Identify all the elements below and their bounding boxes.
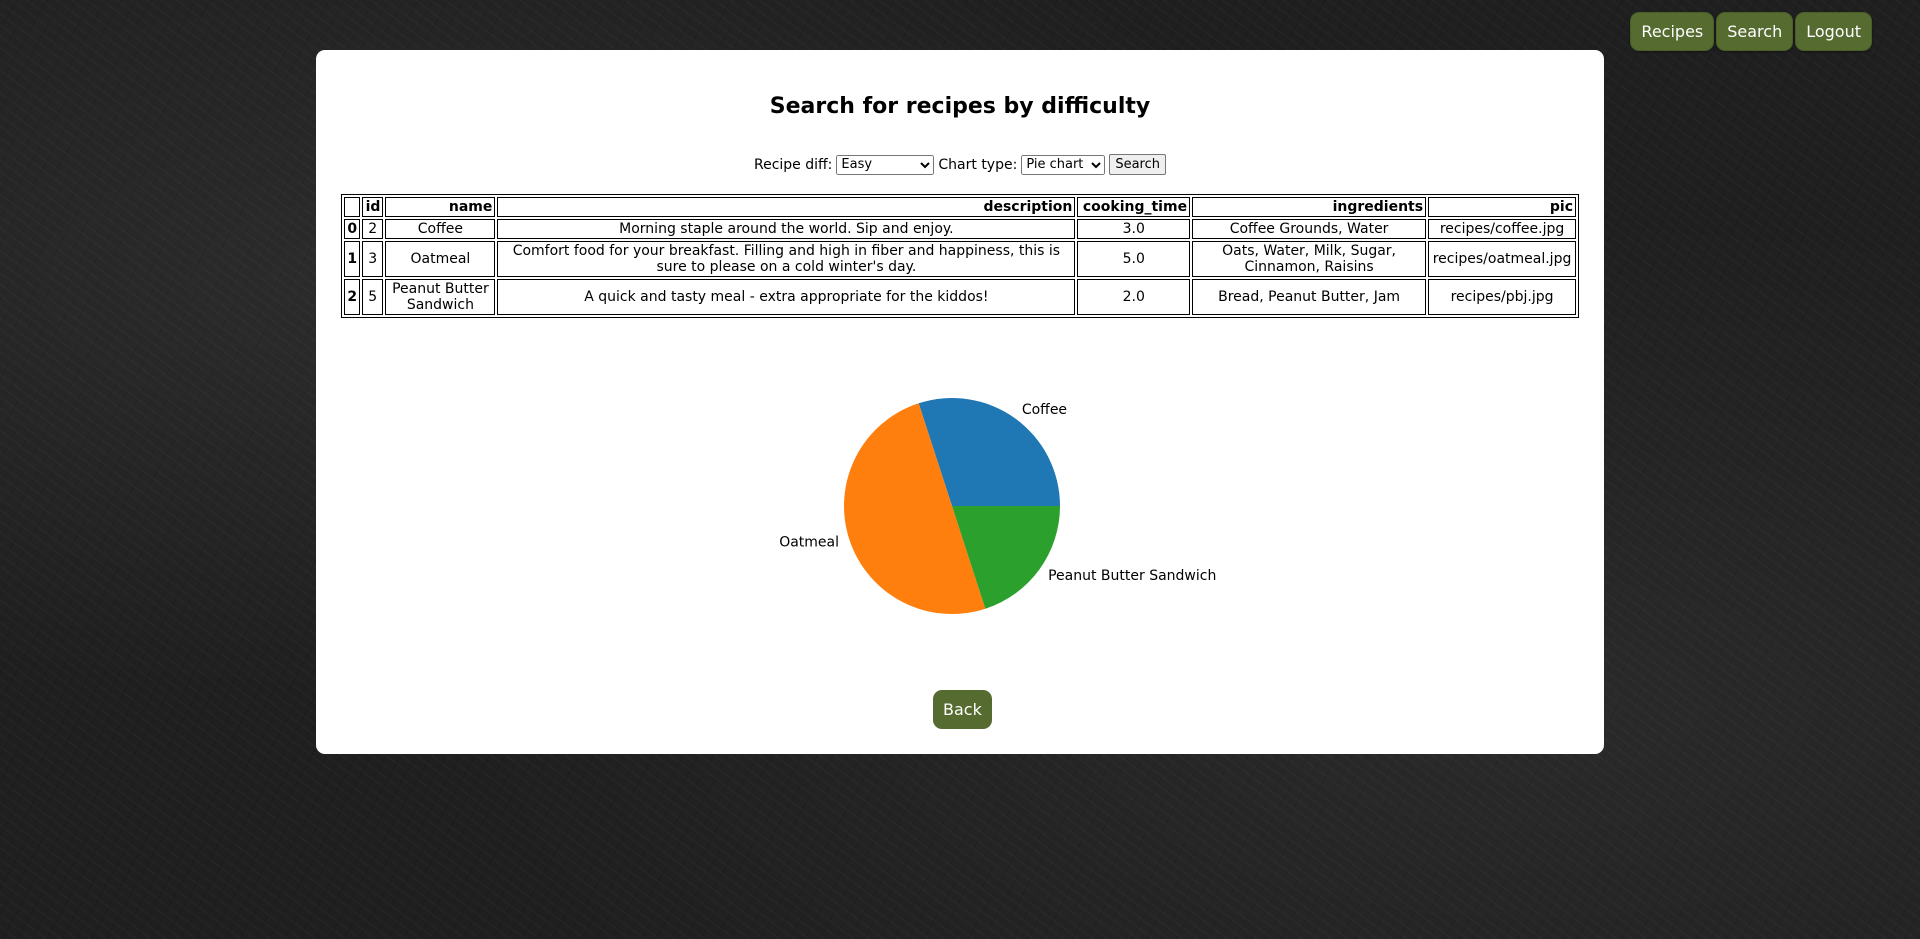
back-button[interactable]: Back	[933, 690, 992, 729]
header-index	[344, 197, 361, 217]
cell-cooking-time: 2.0	[1077, 279, 1191, 315]
pie-slice-label: Coffee	[1022, 402, 1067, 418]
pie-slice-label: Oatmeal	[779, 535, 839, 551]
cell-ingredients: Bread, Peanut Butter, Jam	[1192, 279, 1427, 315]
nav-logout-button[interactable]: Logout	[1795, 12, 1872, 51]
cell-id: 3	[362, 241, 384, 277]
pie-chart-container: Coffee Oatmeal Peanut Butter Sandwich	[316, 380, 1604, 680]
nav-search-button[interactable]: Search	[1716, 12, 1794, 51]
cell-pic: recipes/pbj.jpg	[1428, 279, 1576, 315]
search-form: Recipe diff: Easy Chart type: Pie chart …	[316, 154, 1604, 175]
recipe-diff-label: Recipe diff:	[754, 156, 833, 173]
cell-ingredients: Oats, Water, Milk, Sugar, Cinnamon, Rais…	[1192, 241, 1427, 277]
cell-description: Comfort food for your breakfast. Filling…	[497, 241, 1076, 277]
cell-cooking-time: 3.0	[1077, 219, 1191, 239]
chart-type-label: Chart type:	[938, 156, 1018, 173]
table-row: 0 2 Coffee Morning staple around the wor…	[344, 219, 1576, 239]
cell-ingredients: Coffee Grounds, Water	[1192, 219, 1427, 239]
recipe-diff-select[interactable]: Easy	[836, 154, 935, 175]
header-description: description	[497, 197, 1076, 217]
chart-type-select[interactable]: Pie chart	[1021, 154, 1106, 175]
row-index: 0	[344, 219, 361, 239]
search-button[interactable]: Search	[1109, 154, 1166, 175]
cell-id: 2	[362, 219, 384, 239]
header-name: name	[385, 197, 496, 217]
cell-name: Peanut Butter Sandwich	[385, 279, 496, 315]
header-cooking-time: cooking_time	[1077, 197, 1191, 217]
table-row: 2 5 Peanut Butter Sandwich A quick and t…	[344, 279, 1576, 315]
pie-chart: Coffee Oatmeal Peanut Butter Sandwich	[779, 397, 1216, 614]
row-index: 2	[344, 279, 361, 315]
cell-cooking-time: 5.0	[1077, 241, 1191, 277]
header-id: id	[362, 197, 384, 217]
table-header-row: id name description cooking_time ingredi…	[344, 197, 1576, 217]
cell-id: 5	[362, 279, 384, 315]
nav-recipes-button[interactable]: Recipes	[1630, 12, 1715, 51]
cell-name: Oatmeal	[385, 241, 496, 277]
header-ingredients: ingredients	[1192, 197, 1427, 217]
pie-slice-label: Peanut Butter Sandwich	[1048, 568, 1216, 584]
cell-pic: recipes/oatmeal.jpg	[1428, 241, 1576, 277]
cell-pic: recipes/coffee.jpg	[1428, 219, 1576, 239]
top-nav: Recipes Search Logout	[1630, 12, 1872, 51]
content-card: Search for recipes by difficulty Recipe …	[316, 50, 1604, 754]
page-title: Search for recipes by difficulty	[769, 94, 1151, 119]
cell-description: A quick and tasty meal - extra appropria…	[497, 279, 1076, 315]
table-row: 1 3 Oatmeal Comfort food for your breakf…	[344, 241, 1576, 277]
cell-name: Coffee	[385, 219, 496, 239]
cell-description: Morning staple around the world. Sip and…	[497, 219, 1076, 239]
header-pic: pic	[1428, 197, 1576, 217]
recipes-table: id name description cooking_time ingredi…	[341, 194, 1579, 318]
row-index: 1	[344, 241, 361, 277]
